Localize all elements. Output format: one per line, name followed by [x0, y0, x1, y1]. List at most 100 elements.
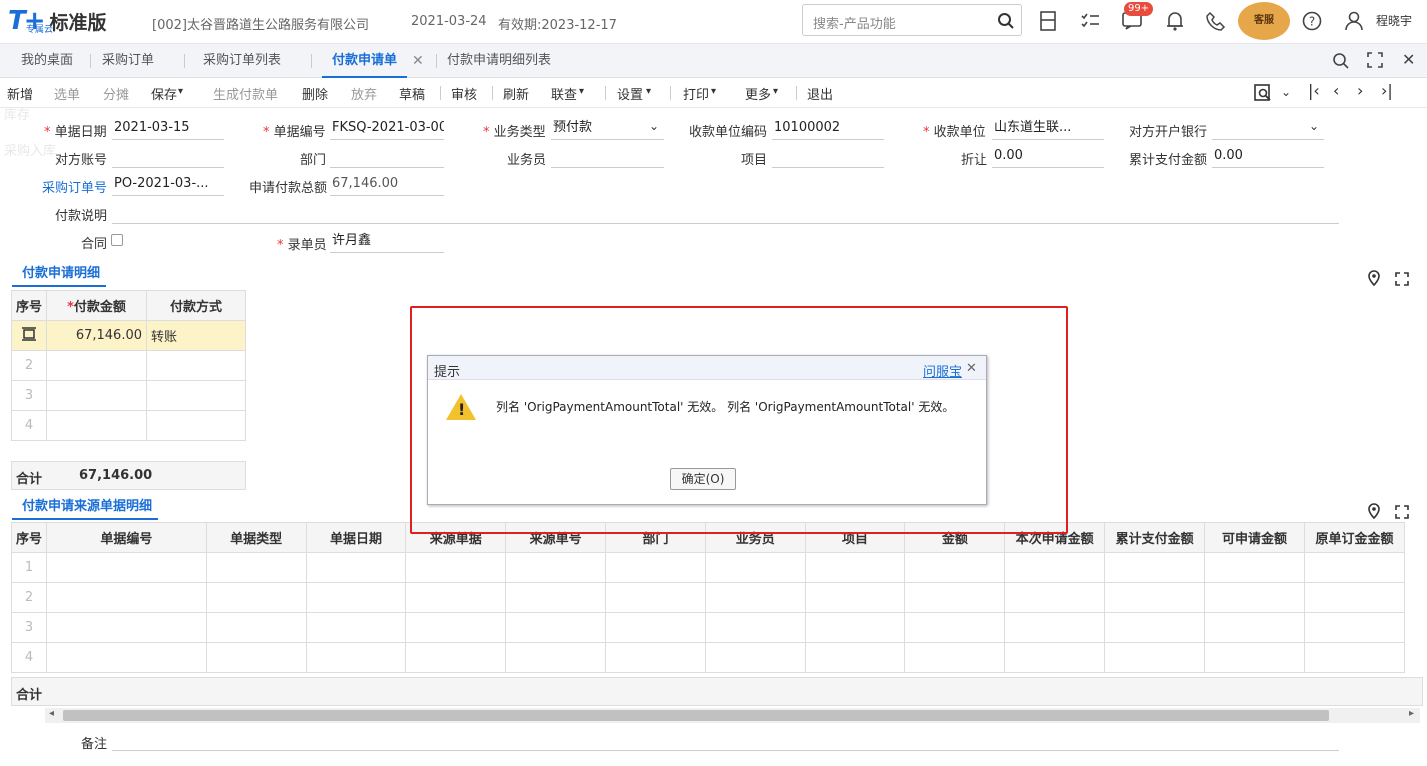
horizontal-scrollbar[interactable]: ◂ ▸ — [45, 708, 1420, 723]
next-record-icon[interactable]: › — [1357, 81, 1363, 100]
pay-method-cell[interactable] — [146, 350, 246, 381]
customer-service-avatar[interactable]: 客服 — [1238, 2, 1290, 40]
help-link[interactable]: 问服宝 — [923, 361, 962, 380]
bank-select[interactable] — [1212, 118, 1324, 140]
table-row[interactable]: 3 — [10, 612, 1405, 643]
calculator-icon[interactable] — [1040, 11, 1056, 31]
help-icon[interactable]: ? — [1302, 11, 1322, 31]
svg-text:?: ? — [1309, 15, 1315, 29]
table-row[interactable]: 2 — [10, 350, 246, 381]
location-icon[interactable] — [1367, 503, 1381, 519]
last-record-icon[interactable]: ›| — [1381, 81, 1393, 100]
discard-button[interactable]: 放弃 — [351, 84, 377, 103]
dept-field[interactable] — [330, 146, 444, 168]
amount-cell[interactable] — [46, 350, 148, 381]
search-input[interactable]: 搜索-产品功能 — [802, 4, 1022, 36]
toolbar-divider — [605, 86, 606, 100]
exit-button[interactable]: 退出 — [807, 84, 833, 103]
table-row[interactable]: 2 — [10, 582, 1405, 613]
source-section-title[interactable]: 付款申请来源单据明细 — [12, 495, 159, 520]
chevron-down-icon[interactable]: ⌄ — [649, 119, 659, 133]
task-list-icon[interactable] — [1080, 11, 1100, 31]
chevron-down-icon[interactable]: ⌄ — [1309, 119, 1319, 133]
tab-payment-request[interactable]: 付款申请单 — [322, 44, 408, 78]
scrollbar-thumb[interactable] — [63, 710, 1329, 721]
allocate-button[interactable]: 分摊 — [103, 84, 129, 103]
linked-query-button[interactable]: 联查 — [551, 84, 577, 103]
entry-clerk-field[interactable]: 许月鑫 — [330, 231, 444, 253]
close-icon[interactable]: ✕ — [966, 361, 977, 376]
user-name[interactable]: 程晓宇 — [1376, 12, 1412, 29]
close-all-icon[interactable]: ✕ — [1402, 50, 1415, 69]
note-field[interactable] — [112, 202, 1339, 224]
print-button[interactable]: 打印 — [683, 84, 709, 103]
chevron-down-icon[interactable]: ▾ — [646, 86, 651, 97]
tab-search-icon[interactable] — [1332, 52, 1350, 70]
tab-divider — [311, 54, 312, 68]
payee-field[interactable]: 山东道生联... — [992, 118, 1104, 140]
scroll-left-icon[interactable]: ◂ — [49, 708, 54, 719]
tab-desktop[interactable]: 我的桌面 — [21, 44, 73, 78]
contract-checkbox[interactable] — [111, 234, 123, 246]
date-field[interactable]: 2021-03-15 — [112, 118, 224, 140]
po-number-link[interactable]: 采购订单号 — [42, 177, 107, 196]
approve-button[interactable]: 审核 — [451, 84, 477, 103]
save-button[interactable]: 保存 — [151, 84, 177, 103]
table-row[interactable]: 67,146.00 转账 — [10, 320, 246, 351]
project-field[interactable] — [772, 146, 884, 168]
dept-label: 部门 — [300, 153, 327, 168]
select-doc-button[interactable]: 选单 — [54, 84, 80, 103]
po-number-field[interactable]: PO-2021-03-... — [112, 174, 224, 196]
expand-icon[interactable] — [1395, 505, 1409, 519]
refresh-button[interactable]: 刷新 — [503, 84, 529, 103]
doc-search-icon[interactable] — [1254, 84, 1272, 102]
chevron-down-icon[interactable]: ▾ — [773, 86, 778, 97]
amount-cell[interactable] — [46, 380, 148, 411]
tab-payment-request-detail-list[interactable]: 付款申请明细列表 — [447, 44, 551, 78]
bell-icon[interactable] — [1165, 10, 1185, 32]
scroll-right-icon[interactable]: ▸ — [1409, 708, 1414, 719]
table-row[interactable]: 1 — [10, 552, 1405, 583]
draft-button[interactable]: 草稿 — [399, 84, 425, 103]
expand-icon[interactable] — [1395, 272, 1409, 286]
more-button[interactable]: 更多 — [745, 84, 771, 103]
fullscreen-icon[interactable] — [1367, 52, 1383, 68]
payee-code-field[interactable]: 10100002 — [772, 118, 884, 140]
new-button[interactable]: 新增 — [7, 84, 33, 103]
amount-cell[interactable] — [46, 410, 148, 441]
discount-field[interactable]: 0.00 — [992, 146, 1104, 168]
phone-icon[interactable] — [1206, 11, 1226, 31]
chevron-down-icon[interactable]: ▾ — [579, 86, 584, 97]
chevron-down-icon[interactable]: ▾ — [178, 86, 183, 97]
account-field[interactable] — [112, 146, 224, 168]
settings-button[interactable]: 设置 — [617, 84, 643, 103]
cumulative-paid-field[interactable]: 0.00 — [1212, 146, 1324, 168]
tab-purchase-order[interactable]: 采购订单 — [102, 44, 154, 78]
chevron-down-icon[interactable]: ▾ — [711, 86, 716, 97]
pay-method-cell[interactable]: 转账 — [146, 320, 246, 351]
detail-section-title[interactable]: 付款申请明细 — [12, 262, 107, 287]
table-row[interactable]: 4 — [10, 642, 1405, 673]
chevron-down-icon[interactable]: ⌄ — [1281, 85, 1291, 99]
close-tab-icon[interactable]: ✕ — [412, 53, 424, 69]
pay-method-cell[interactable] — [146, 410, 246, 441]
staff-field[interactable] — [551, 146, 664, 168]
biz-type-select[interactable]: 预付款 — [551, 118, 664, 140]
ok-button[interactable]: 确定(O) — [670, 468, 736, 490]
pay-method-cell[interactable] — [146, 380, 246, 411]
doc-no-field[interactable]: FKSQ-2021-03-00... — [330, 118, 444, 140]
user-icon[interactable] — [1345, 11, 1363, 31]
row-settings-icon[interactable] — [10, 320, 48, 351]
table-row[interactable]: 4 — [10, 410, 246, 441]
tab-purchase-order-list[interactable]: 采购订单列表 — [203, 44, 281, 78]
first-record-icon[interactable]: |‹ — [1308, 81, 1320, 100]
search-icon[interactable] — [997, 12, 1015, 30]
table-row[interactable]: 3 — [10, 380, 246, 411]
generate-payment-button[interactable]: 生成付款单 — [213, 84, 278, 103]
location-icon[interactable] — [1367, 270, 1381, 286]
amount-cell[interactable]: 67,146.00 — [46, 320, 148, 351]
remark-field[interactable] — [112, 729, 1339, 751]
delete-button[interactable]: 删除 — [302, 84, 328, 103]
prev-record-icon[interactable]: ‹ — [1333, 81, 1339, 100]
alert-dialog: 提示 问服宝 ✕ ! 列名 'OrigPaymentAmountTotal' 无… — [427, 355, 987, 505]
